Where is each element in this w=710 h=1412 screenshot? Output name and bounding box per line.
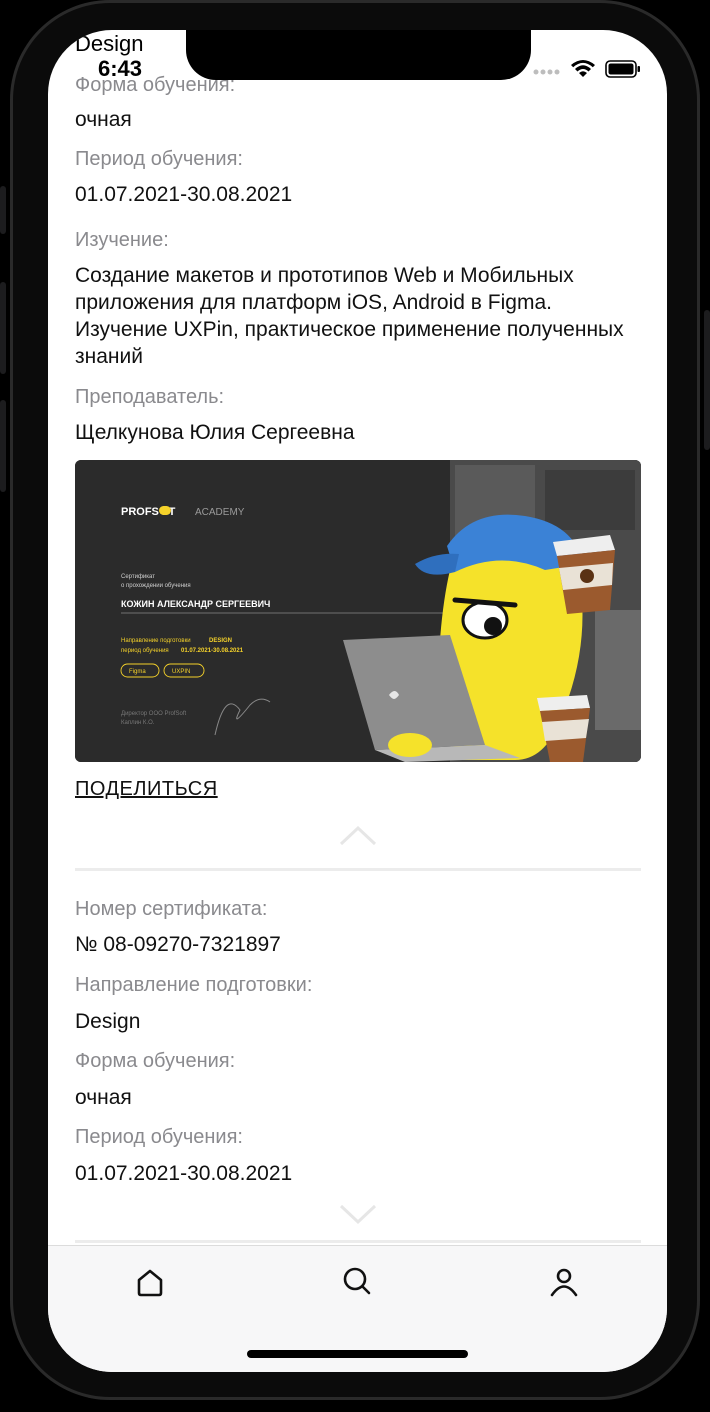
profile-icon (550, 1268, 578, 1297)
next-form-label: Форма обучения: (75, 1050, 236, 1072)
volume-down-button (0, 400, 6, 492)
study-label: Изучение: (75, 229, 169, 251)
next-period-value: 01.07.2021-30.08.2021 (75, 1162, 293, 1185)
period-label: Период обучения: (75, 148, 243, 170)
number-label: Номер сертификата: (75, 898, 268, 920)
status-time: 6:43 (98, 56, 143, 81)
brand-logo-mark (159, 506, 171, 515)
share-link[interactable]: ПОДЕЛИТЬСЯ (75, 778, 218, 801)
next-form-value: очная (75, 1086, 132, 1109)
expand-chevron-down-icon[interactable] (338, 1202, 378, 1231)
collapse-chevron-up-icon[interactable] (338, 824, 378, 853)
section-divider (75, 868, 641, 871)
notch (186, 30, 531, 80)
phone-frame: Design 6:43 Форма обучения: очная Период… (0, 0, 710, 1412)
study-value: Создание макетов и прототипов Web и Моби… (75, 264, 624, 368)
battery-icon (605, 60, 641, 83)
home-indicator[interactable] (247, 1350, 468, 1358)
tab-bar (48, 1245, 667, 1372)
form-value: очная (75, 108, 132, 131)
number-value: № 08-09270-7321897 (75, 933, 281, 956)
status-icons (533, 60, 641, 83)
cert-holder-name: КОЖИН АЛЕКСАНДР СЕРГЕЕВИЧ (121, 599, 270, 609)
certificate-image[interactable]: PROFS FT ACADEMY Сертификат о прохождени… (75, 460, 641, 762)
status-app-name: Design (75, 31, 144, 56)
direction-value: Design (75, 1010, 141, 1033)
cert-direction-prefix: Направление подготовки (121, 638, 191, 644)
volume-up-button (0, 282, 6, 374)
teacher-value: Щелкунова Юлия Сергеевна (75, 421, 355, 444)
cert-tag-uxpin-label: UXPIN (172, 669, 190, 675)
teacher-label: Преподаватель: (75, 386, 225, 408)
screen: Design 6:43 Форма обучения: очная Период… (48, 30, 667, 1372)
tab-search[interactable] (335, 1260, 379, 1304)
cert-tag-figma-label: Figma (129, 669, 146, 675)
cert-caption-1: Сертификат (121, 574, 155, 580)
signal-icon (533, 63, 561, 81)
mute-switch (0, 186, 6, 234)
cert-period-prefix: период обучения (121, 648, 169, 654)
next-period-label: Период обучения: (75, 1126, 243, 1148)
cert-period: 01.07.2021-30.08.2021 (181, 648, 244, 654)
power-button (704, 310, 710, 450)
tab-profile[interactable] (542, 1260, 586, 1304)
section-divider-2 (75, 1240, 641, 1243)
direction-label: Направление подготовки: (75, 974, 313, 996)
cert-direction: DESIGN (209, 638, 232, 644)
search-icon (343, 1267, 371, 1295)
home-icon (137, 1269, 163, 1297)
cert-caption-2: о прохождении обучения (121, 583, 191, 589)
tab-home[interactable] (128, 1260, 172, 1304)
cert-brand-suffix: ACADEMY (195, 507, 245, 518)
period-value: 01.07.2021-30.08.2021 (75, 183, 293, 206)
cert-director-2: Каплин К.О. (121, 720, 155, 726)
cert-director-1: Директор ООО ProfSoft (121, 711, 186, 717)
wifi-icon (571, 60, 595, 83)
